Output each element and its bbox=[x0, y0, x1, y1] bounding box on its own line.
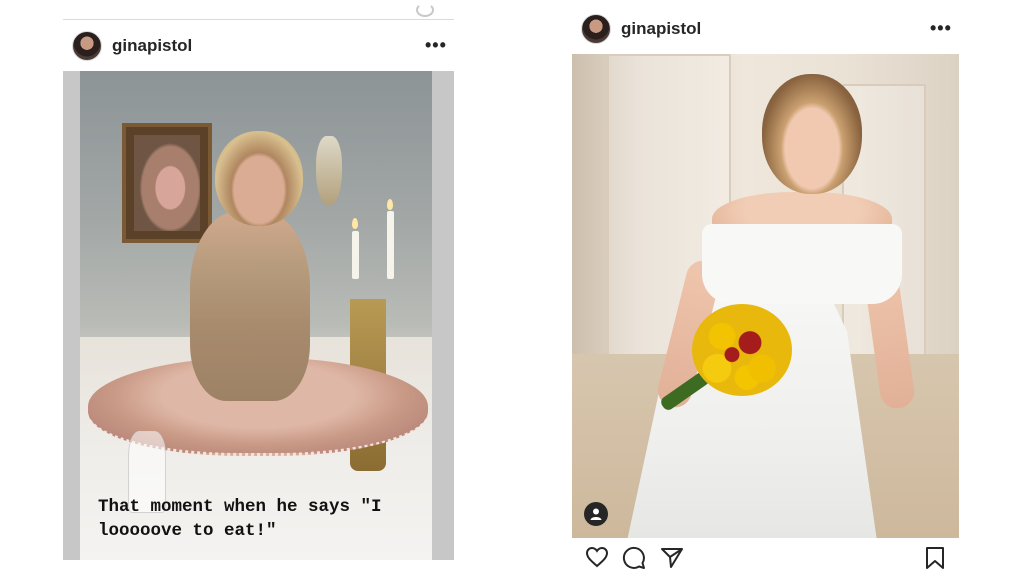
heart-icon[interactable] bbox=[585, 546, 609, 573]
chandelier bbox=[316, 136, 342, 206]
left-post-photo[interactable]: That moment when he says "I looooove to … bbox=[63, 71, 454, 560]
comment-icon[interactable] bbox=[622, 546, 646, 575]
candle-flame bbox=[387, 199, 393, 210]
loading-icon bbox=[416, 3, 434, 17]
left-post-header: ginapistol bbox=[72, 31, 192, 61]
avatar[interactable] bbox=[581, 14, 611, 44]
candle bbox=[387, 211, 394, 279]
more-options-button[interactable]: ••• bbox=[425, 36, 447, 54]
off-shoulder-bodice bbox=[702, 224, 902, 304]
bookmark-icon[interactable] bbox=[925, 546, 945, 575]
story-image: That moment when he says "I looooove to … bbox=[80, 71, 432, 560]
user-icon[interactable] bbox=[584, 502, 608, 526]
woman-head bbox=[762, 74, 862, 194]
right-post-photo[interactable] bbox=[572, 54, 959, 538]
previous-post-edge bbox=[63, 3, 454, 20]
flower-bouquet bbox=[692, 304, 792, 396]
avatar[interactable] bbox=[72, 31, 102, 61]
candle bbox=[352, 231, 359, 279]
story-caption: That moment when he says "I looooove to … bbox=[98, 497, 393, 541]
woman-head bbox=[215, 131, 303, 226]
username[interactable]: ginapistol bbox=[621, 19, 701, 39]
framed-painting bbox=[122, 123, 212, 243]
more-options-button[interactable]: ••• bbox=[930, 19, 952, 37]
candle-flame bbox=[352, 218, 358, 229]
paper-plane-icon[interactable] bbox=[660, 546, 684, 575]
username[interactable]: ginapistol bbox=[112, 36, 192, 56]
sequin-dress bbox=[190, 211, 310, 401]
right-post-header: ginapistol bbox=[581, 14, 701, 44]
